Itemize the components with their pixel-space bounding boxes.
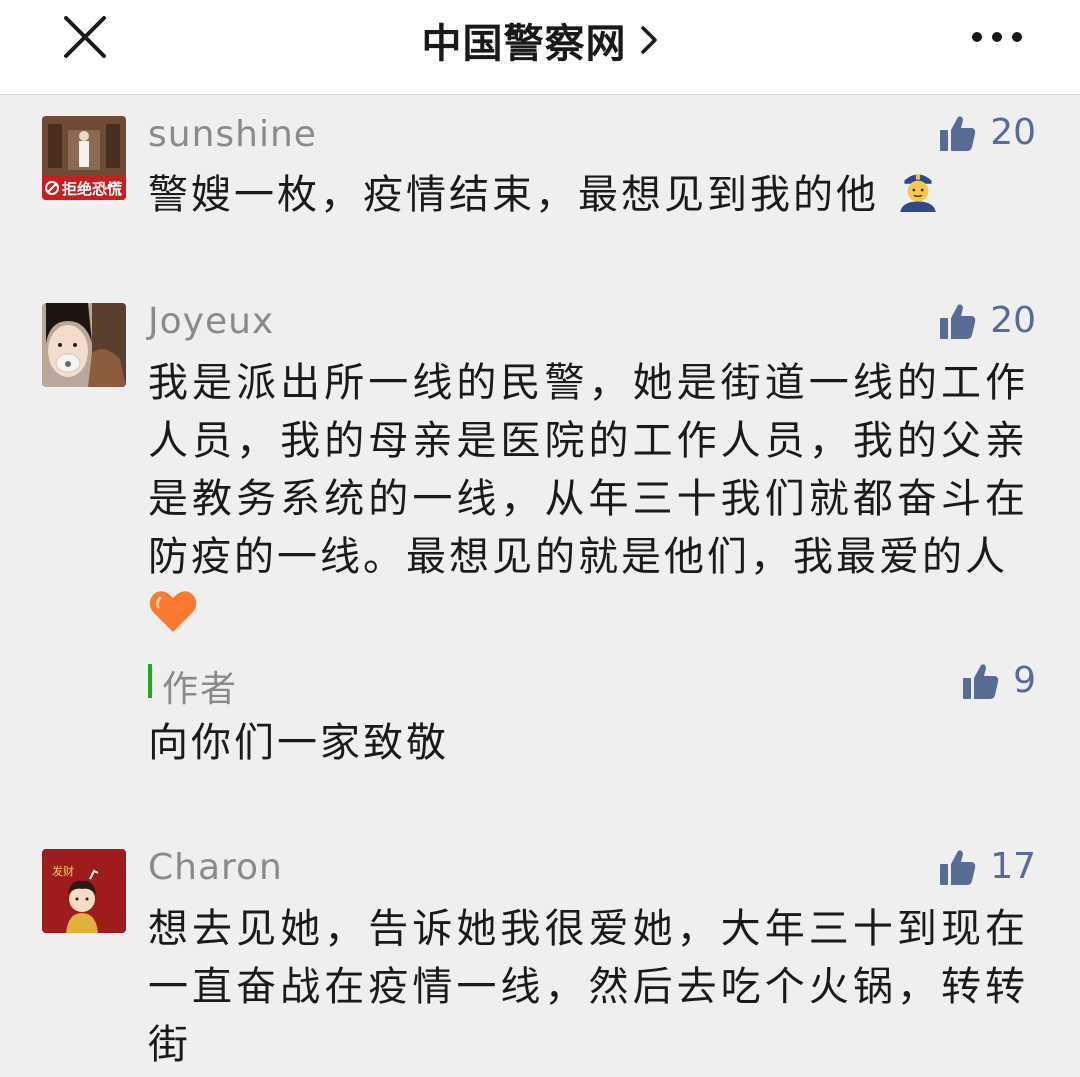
thumbs-up-icon — [940, 115, 976, 151]
author-label: 作者 — [162, 669, 239, 710]
more-icon[interactable] — [972, 30, 1022, 44]
reply-text: 向你们一家致敬 — [148, 720, 449, 766]
like-count: 20 — [990, 112, 1036, 153]
like-button[interactable]: 9 — [961, 660, 1036, 701]
title-area[interactable]: 中国警察网 — [0, 0, 1080, 80]
author-accent-bar — [148, 664, 152, 698]
like-button[interactable]: 20 — [938, 300, 1036, 341]
comment-text: 我是派出所一线的民警，她是街道一线的工作人员，我的母亲是医院的工作人员，我的父亲… — [148, 354, 1028, 650]
like-count: 9 — [1013, 660, 1036, 701]
comment-text: 警嫂一枚，疫情结束，最想见到我的他 — [148, 166, 1028, 228]
avatar-badge-text: 拒绝恐慌 — [62, 180, 122, 198]
avatar[interactable] — [42, 303, 126, 387]
avatar-badge-text: 发财 — [52, 864, 74, 878]
orange-heart-emoji — [148, 588, 198, 650]
nickname: Joyeux — [148, 301, 275, 342]
like-button[interactable]: 20 — [938, 112, 1036, 153]
police-officer-emoji — [895, 166, 941, 228]
avatar[interactable]: 发财 — [42, 849, 126, 933]
like-count: 20 — [990, 300, 1036, 341]
top-bar: 中国警察网 — [0, 0, 1080, 95]
thumbs-up-icon — [940, 849, 976, 885]
thumbs-up-icon — [940, 303, 976, 339]
nickname: sunshine — [148, 114, 317, 155]
comment-text: 想去见她，告诉她我很爱她，大年三十到现在一直奋战在疫情一线，然后去吃个火锅，转转… — [148, 906, 1028, 1068]
page-title[interactable]: 中国警察网 — [422, 11, 627, 69]
like-button[interactable]: 17 — [938, 846, 1036, 887]
chevron-right-icon — [640, 26, 657, 54]
avatar[interactable]: 拒绝恐慌 — [42, 116, 126, 200]
thumbs-up-icon — [963, 663, 999, 699]
nickname: Charon — [148, 847, 283, 888]
like-count: 17 — [990, 846, 1036, 887]
